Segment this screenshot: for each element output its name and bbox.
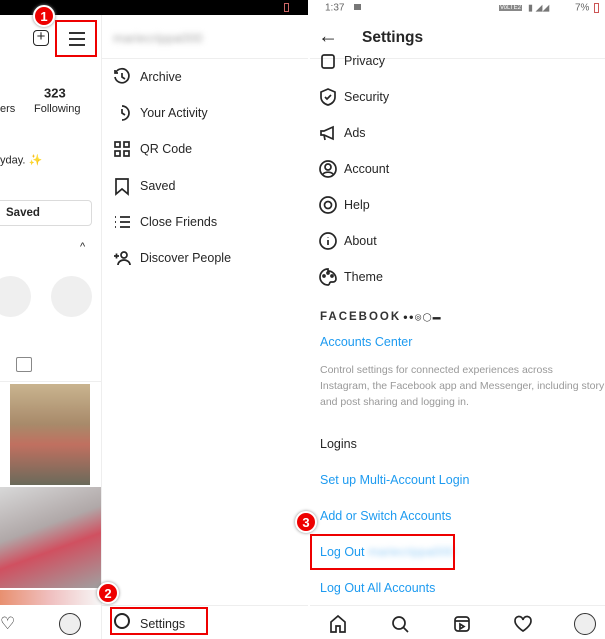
help-icon	[318, 195, 338, 215]
highlight-settings	[110, 607, 208, 635]
following-label[interactable]: Following	[34, 103, 80, 115]
back-arrow-icon[interactable]: ←	[318, 26, 338, 49]
gallery-notification-icon	[354, 4, 361, 10]
menu-item-label: Saved	[140, 178, 176, 193]
bio-text: yday. ✨	[0, 154, 43, 167]
facebook-apps-icons: ●●◎◯▬	[403, 312, 442, 322]
menu-item-label: Privacy	[344, 54, 385, 68]
divider	[101, 605, 308, 606]
menu-item-label: Security	[344, 90, 390, 104]
chevron-up-icon[interactable]: ^	[80, 241, 85, 253]
tagged-icon[interactable]	[16, 357, 32, 372]
drawer-username: mariecrippa000	[113, 30, 203, 46]
new-post-icon[interactable]: +	[33, 29, 49, 46]
activity-icon	[112, 103, 132, 123]
bookmark-icon	[112, 176, 132, 196]
qr-code-icon	[112, 139, 132, 159]
step-badge-1: 1	[33, 5, 55, 27]
menu-item-label: Account	[344, 162, 390, 176]
battery-icon	[594, 3, 599, 13]
post-thumbnail[interactable]	[10, 384, 90, 485]
add-switch-accounts-link[interactable]: Add or Switch Accounts	[320, 509, 451, 523]
menu-item-label: Ads	[344, 126, 366, 140]
heart-icon[interactable]	[513, 614, 533, 634]
battery-level: 7%	[575, 2, 590, 14]
profile-avatar[interactable]	[59, 613, 81, 635]
archive-icon	[112, 67, 132, 87]
facebook-description-line: Control settings for connected experienc…	[320, 364, 553, 376]
megaphone-icon	[318, 123, 338, 143]
followers-label[interactable]: ers	[0, 103, 15, 115]
setup-multi-account-link[interactable]: Set up Multi-Account Login	[320, 473, 469, 487]
highlight-menu	[55, 20, 97, 57]
saved-button-label: Saved	[6, 207, 40, 219]
heart-icon[interactable]: ♡	[0, 614, 15, 634]
menu-item-label: Close Friends	[140, 214, 218, 229]
menu-item-label: Discover People	[140, 251, 232, 265]
battery-icon	[284, 3, 289, 12]
accounts-center-link[interactable]: Accounts Center	[320, 335, 412, 349]
log-out-all-link[interactable]: Log Out All Accounts	[320, 581, 435, 595]
step-badge-3: 3	[295, 511, 317, 533]
signal-icon: ▮ ◢◢	[528, 2, 550, 13]
facebook-description-line: and post sharing and logging in.	[320, 396, 469, 408]
following-count[interactable]: 323	[44, 86, 66, 101]
step-badge-2: 2	[97, 582, 119, 604]
add-person-icon	[112, 248, 132, 268]
highlight-circle[interactable]	[0, 276, 31, 317]
close-friends-icon	[112, 212, 132, 232]
logins-heading: Logins	[320, 437, 357, 451]
menu-item-label: QR Code	[140, 142, 193, 157]
highlight-log-out	[310, 534, 455, 570]
post-thumbnail[interactable]	[0, 590, 101, 605]
menu-item-label: About	[344, 234, 377, 248]
account-icon	[318, 159, 338, 179]
reels-icon[interactable]	[452, 614, 472, 634]
menu-item-label: Help	[344, 198, 370, 212]
status-time: 1:37	[325, 2, 345, 14]
profile-avatar[interactable]	[574, 613, 596, 635]
saved-button[interactable]: Saved	[0, 200, 92, 226]
page-title: Settings	[362, 29, 424, 46]
lock-icon	[318, 51, 338, 71]
info-icon	[318, 231, 338, 251]
palette-icon	[318, 267, 338, 287]
divider	[0, 381, 101, 382]
facebook-description-line: Instagram, the Facebook app and Messenge…	[320, 380, 605, 392]
post-thumbnail[interactable]	[0, 487, 101, 588]
menu-item-label: Theme	[344, 270, 383, 284]
network-indicator: VoLTE2	[499, 5, 522, 11]
highlight-circle[interactable]	[51, 276, 92, 317]
menu-item-label: Archive	[140, 70, 182, 84]
shield-icon	[318, 87, 338, 107]
facebook-heading: FACEBOOK	[320, 311, 402, 323]
menu-item-label: Your Activity	[140, 106, 208, 121]
divider	[101, 58, 308, 59]
home-icon[interactable]	[328, 614, 348, 634]
search-icon[interactable]	[390, 614, 410, 634]
